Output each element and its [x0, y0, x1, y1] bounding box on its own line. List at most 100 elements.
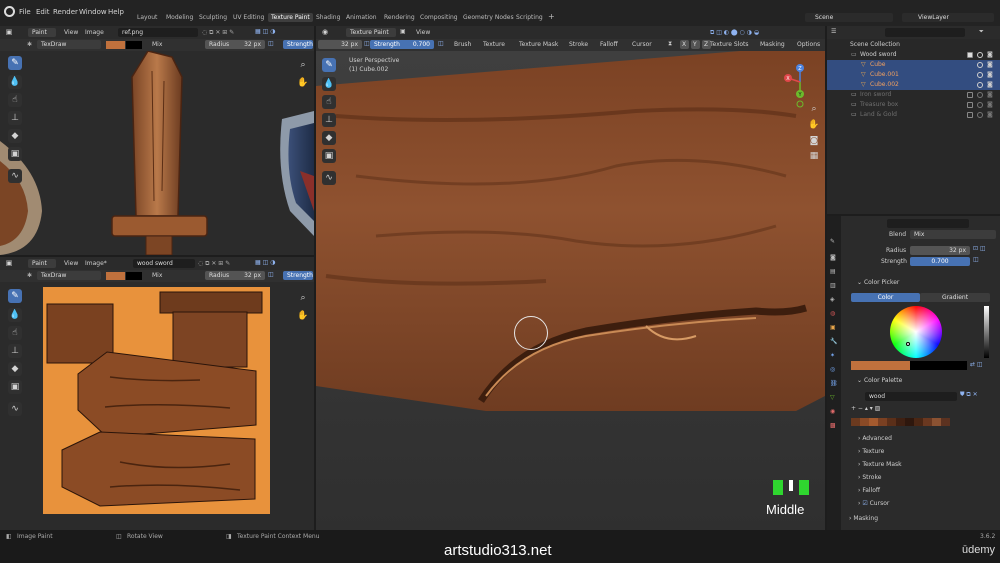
smear-tool-icon[interactable]: ☝: [322, 95, 336, 109]
grid-icon[interactable]: ▦: [807, 149, 821, 163]
blender-logo-icon[interactable]: [4, 6, 15, 17]
uv-sync-icons[interactable]: ▦ ◫ ◑: [255, 28, 275, 35]
draw-tool-icon[interactable]: ✎: [322, 58, 336, 72]
properties-subpanel-header[interactable]: › Texture: [858, 448, 884, 455]
menu-image[interactable]: Image: [85, 29, 104, 36]
material-tab-icon[interactable]: ◉: [830, 408, 835, 415]
exclude-checkbox[interactable]: [967, 112, 973, 118]
menu-file[interactable]: File: [19, 8, 31, 16]
radius-field[interactable]: 32 px: [910, 246, 970, 255]
clone-tool-icon[interactable]: ⊥: [8, 111, 22, 125]
annotate-tool-icon[interactable]: ∿: [322, 171, 336, 185]
image-name-field[interactable]: ref.png: [118, 28, 198, 37]
soften-tool-icon[interactable]: 💧: [8, 75, 22, 89]
palette-color-swatch[interactable]: [851, 418, 860, 426]
menu-options[interactable]: Options: [797, 41, 820, 48]
outliner-row[interactable]: Wood sword ▭ ◙: [827, 50, 1000, 60]
fill-tool-icon[interactable]: ◆: [8, 129, 22, 143]
menu-edit[interactable]: Edit: [36, 8, 50, 16]
palette-color-swatch[interactable]: [896, 418, 905, 426]
render-camera-icon[interactable]: ◙: [987, 51, 993, 58]
render-tab-icon[interactable]: ◙: [830, 254, 836, 261]
radius-pressure-icon[interactable]: ◫: [268, 40, 274, 47]
palette-color-swatch[interactable]: [941, 418, 950, 426]
properties-subpanel-header[interactable]: › Advanced: [858, 435, 892, 442]
palette-color-swatch[interactable]: [905, 418, 914, 426]
primary-color-swatch[interactable]: [851, 361, 910, 370]
annotate-tool-icon[interactable]: ∿: [8, 169, 22, 183]
brush-selector[interactable]: TexDraw: [37, 271, 101, 280]
cursor-enabled-checkbox[interactable]: ☑: [862, 500, 869, 507]
strength-field[interactable]: Strength: [283, 40, 313, 49]
gizmo-neg-y-icon[interactable]: [796, 100, 804, 108]
annotate-tool-icon[interactable]: ∿: [8, 402, 22, 416]
menu-view[interactable]: View: [64, 260, 78, 267]
slot-icon[interactable]: ▣: [400, 28, 406, 35]
strength-pressure-icon[interactable]: ◫: [438, 40, 444, 47]
properties-subpanel-header[interactable]: › ☑ Cursor: [858, 500, 889, 507]
properties-subpanel-header[interactable]: › Falloff: [858, 487, 880, 494]
mode-select[interactable]: Paint: [28, 28, 56, 37]
scene-tab-icon[interactable]: ◈: [830, 296, 835, 303]
brush-icon[interactable]: ✱: [27, 41, 32, 48]
menu-texture-slots[interactable]: Texture Slots: [710, 41, 749, 48]
menu-view[interactable]: View: [64, 29, 78, 36]
workspace-tab-texture-paint[interactable]: Texture Paint: [268, 13, 313, 22]
viewport-overlay-icons[interactable]: ⧉ ◫ ◐ ⬤ ○ ◑ ◒: [710, 29, 759, 37]
exclude-checkbox[interactable]: [967, 92, 973, 98]
workspace-tab-layout[interactable]: Layout: [137, 14, 157, 21]
outliner-row[interactable]: Land & Gold ▭ ◙: [827, 110, 1000, 120]
workspace-tab-rendering[interactable]: Rendering: [384, 14, 415, 21]
soften-tool-icon[interactable]: 💧: [8, 308, 22, 322]
workspace-tab-sculpting[interactable]: Sculpting: [199, 14, 227, 21]
pan-hand-icon[interactable]: ✋: [296, 309, 310, 323]
image-datablock-icons[interactable]: ◌ ⧉ ✕ ⊞ ✎: [198, 260, 230, 268]
uv-sync-icons[interactable]: ▦ ◫ ◑: [255, 259, 275, 266]
properties-subpanel-header[interactable]: › Stroke: [858, 474, 881, 481]
visibility-eye-icon[interactable]: [977, 52, 983, 58]
masking-panel-header[interactable]: › Masking: [849, 515, 878, 522]
view-layer-tab-icon[interactable]: ▥: [830, 282, 836, 289]
outliner-row[interactable]: Cube ▽ ◙: [827, 60, 1000, 70]
outliner-row[interactable]: Scene Collection: [827, 40, 1000, 50]
render-camera-icon[interactable]: ◙: [987, 81, 993, 88]
brush-icon[interactable]: ✱: [27, 272, 32, 279]
radius-field[interactable]: Radius 32 px: [205, 40, 265, 49]
radius-pressure-icon[interactable]: ◫: [364, 40, 370, 47]
menu-brush[interactable]: Brush: [454, 41, 471, 48]
zoom-icon[interactable]: ⌕: [807, 102, 821, 116]
menu-view[interactable]: View: [416, 29, 430, 36]
zoom-icon[interactable]: ⌕: [296, 58, 310, 72]
modifier-tab-icon[interactable]: 🔧: [830, 338, 837, 345]
editor-type-icon[interactable]: ☰: [831, 28, 836, 35]
palette-datablock-icons[interactable]: ⛊ ⧉ ✕: [960, 391, 978, 399]
visibility-eye-icon[interactable]: [977, 72, 983, 78]
render-camera-icon[interactable]: ◙: [987, 61, 993, 68]
workspace-tab-scripting[interactable]: Scripting: [516, 14, 543, 21]
strength-field[interactable]: 0.700: [910, 257, 970, 266]
color-wheel[interactable]: [890, 306, 942, 358]
visibility-eye-icon[interactable]: [977, 62, 983, 68]
menu-texture[interactable]: Texture: [483, 41, 505, 48]
palette-color-swatch[interactable]: [878, 418, 887, 426]
visibility-eye-icon[interactable]: [977, 92, 983, 98]
strength-field[interactable]: Strength 0.700: [370, 40, 434, 49]
camera-icon[interactable]: ◙: [807, 134, 821, 148]
color-wheel-cursor[interactable]: [906, 342, 910, 346]
swap-colors-icon[interactable]: ⇄ ◫: [970, 361, 983, 368]
outliner-row[interactable]: Treasure box ▭ ◙: [827, 100, 1000, 110]
editor-type-icon[interactable]: ◉: [320, 26, 330, 38]
mask-tool-icon[interactable]: ▣: [8, 380, 22, 394]
color-palette-panel-header[interactable]: ⌄ Color Palette: [857, 377, 902, 384]
workspace-tab-compositing[interactable]: Compositing: [420, 14, 458, 21]
draw-tool-icon[interactable]: ✎: [8, 56, 22, 70]
image-canvas[interactable]: ✎ 💧 ☝ ⊥ ◆ ▣ ∿ ⌕ ✋: [0, 51, 314, 255]
outliner-search-field[interactable]: [885, 28, 965, 37]
outliner-row[interactable]: Cube.001 ▽ ◙: [827, 70, 1000, 80]
menu-falloff[interactable]: Falloff: [600, 41, 618, 48]
render-camera-icon[interactable]: ◙: [987, 101, 993, 108]
palette-name-field[interactable]: wood: [865, 392, 957, 401]
workspace-tab-shading[interactable]: Shading: [316, 14, 340, 21]
render-camera-icon[interactable]: ◙: [987, 111, 993, 118]
workspace-tab-modeling[interactable]: Modeling: [166, 14, 193, 21]
